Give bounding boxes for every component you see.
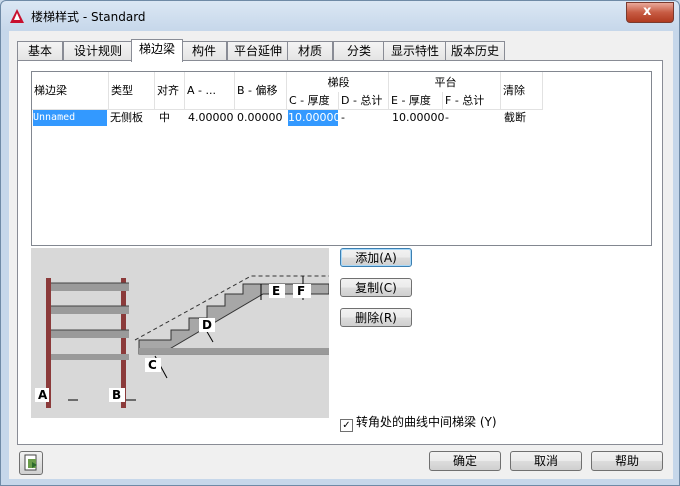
cell-e[interactable]: 10.00000 bbox=[392, 110, 445, 126]
stringer-diagram: A B C D E F bbox=[31, 248, 329, 418]
tab-label: 梯边梁 bbox=[138, 42, 175, 56]
tab-label: 构件 bbox=[191, 44, 216, 58]
col-header-d[interactable]: D - 总计 bbox=[339, 92, 389, 109]
tab-materials[interactable]: 材质 bbox=[287, 41, 333, 61]
cell-cleanup[interactable]: 截断 bbox=[504, 110, 526, 126]
tab-label: 基本 bbox=[27, 44, 52, 58]
style-help-icon[interactable] bbox=[19, 451, 43, 475]
checkmark-icon[interactable]: ✓ bbox=[340, 419, 353, 432]
tab-display-props[interactable]: 显示特性 bbox=[383, 41, 447, 61]
cell-d[interactable]: - bbox=[341, 110, 345, 126]
col-header-name[interactable]: 梯边梁 bbox=[32, 72, 109, 109]
cell-b[interactable]: 0.00000 bbox=[237, 110, 283, 126]
stringer-table[interactable]: 梯边梁 类型 对齐 A - ... B - 偏移 梯段 平台 C - 厚度 D … bbox=[31, 71, 652, 246]
dialog-client: 基本 设计规则 梯边梁 构件 平台延伸 材质 分类 显示特性 版本历史 梯边梁 … bbox=[9, 31, 673, 479]
tab-classifications[interactable]: 分类 bbox=[333, 41, 385, 61]
col-group-landing: 平台 bbox=[389, 72, 501, 94]
col-header-type[interactable]: 类型 bbox=[109, 72, 155, 109]
cancel-button[interactable]: 取消 bbox=[510, 451, 582, 471]
tab-label: 设计规则 bbox=[73, 44, 122, 58]
tab-stringers[interactable]: 梯边梁 bbox=[131, 39, 183, 62]
col-header-e[interactable]: E - 厚度 bbox=[389, 92, 443, 109]
copy-button[interactable]: 复制(C) bbox=[340, 278, 412, 297]
close-icon: x bbox=[643, 4, 652, 19]
col-header-cleanup[interactable]: 清除 bbox=[501, 72, 543, 109]
diagram-label-f: F bbox=[297, 284, 305, 298]
diagram-label-c: C bbox=[148, 358, 157, 372]
tab-label: 版本历史 bbox=[450, 44, 499, 58]
ok-button[interactable]: 确定 bbox=[429, 451, 501, 471]
tab-version-history[interactable]: 版本历史 bbox=[445, 41, 505, 61]
tab-panel: 梯边梁 类型 对齐 A - ... B - 偏移 梯段 平台 C - 厚度 D … bbox=[17, 60, 663, 445]
tab-label: 材质 bbox=[297, 44, 322, 58]
curved-stringer-checkbox[interactable]: ✓ 转角处的曲线中间梯梁 (Y) bbox=[340, 413, 497, 432]
close-button[interactable]: x bbox=[626, 2, 674, 23]
col-header-c[interactable]: C - 厚度 bbox=[287, 92, 339, 109]
cell-c[interactable]: 10.00000 bbox=[288, 110, 341, 126]
diagram-label-a: A bbox=[38, 388, 48, 402]
delete-button[interactable]: 删除(R) bbox=[340, 308, 412, 327]
col-header-f[interactable]: F - 总计 bbox=[443, 92, 501, 109]
tab-label: 显示特性 bbox=[390, 44, 439, 58]
tab-label: 分类 bbox=[346, 44, 371, 58]
cell-name[interactable]: Unnamed bbox=[33, 110, 107, 126]
tab-landing-extensions[interactable]: 平台延伸 bbox=[227, 41, 289, 61]
diagram-label-e: E bbox=[272, 284, 280, 298]
window-title: 楼梯样式 - Standard bbox=[31, 10, 146, 24]
title-bar: 楼梯样式 - Standard x bbox=[1, 1, 679, 31]
dialog-window: 楼梯样式 - Standard x 基本 设计规则 梯边梁 构件 平台延伸 材质… bbox=[0, 0, 680, 486]
col-header-a[interactable]: A - ... bbox=[185, 72, 235, 109]
diagram-label-d: D bbox=[202, 318, 212, 332]
col-header-align[interactable]: 对齐 bbox=[155, 72, 185, 109]
add-button[interactable]: 添加(A) bbox=[340, 248, 412, 267]
tab-label: 平台延伸 bbox=[233, 44, 282, 58]
tab-components[interactable]: 构件 bbox=[181, 41, 227, 61]
cell-type[interactable]: 无侧板 bbox=[110, 110, 143, 126]
checkbox-label: 转角处的曲线中间梯梁 (Y) bbox=[356, 415, 497, 429]
diagram-label-b: B bbox=[112, 388, 121, 402]
cell-a[interactable]: 4.00000 bbox=[188, 110, 234, 126]
cell-align[interactable]: 中 bbox=[159, 110, 170, 126]
help-button[interactable]: 帮助 bbox=[591, 451, 663, 471]
tab-basic[interactable]: 基本 bbox=[17, 41, 63, 61]
cell-f[interactable]: - bbox=[445, 110, 449, 126]
document-icon bbox=[24, 454, 37, 471]
col-group-flight: 梯段 bbox=[287, 72, 389, 94]
col-header-b[interactable]: B - 偏移 bbox=[235, 72, 287, 109]
autocad-app-icon bbox=[10, 9, 24, 23]
tab-design-rules[interactable]: 设计规则 bbox=[63, 41, 133, 61]
